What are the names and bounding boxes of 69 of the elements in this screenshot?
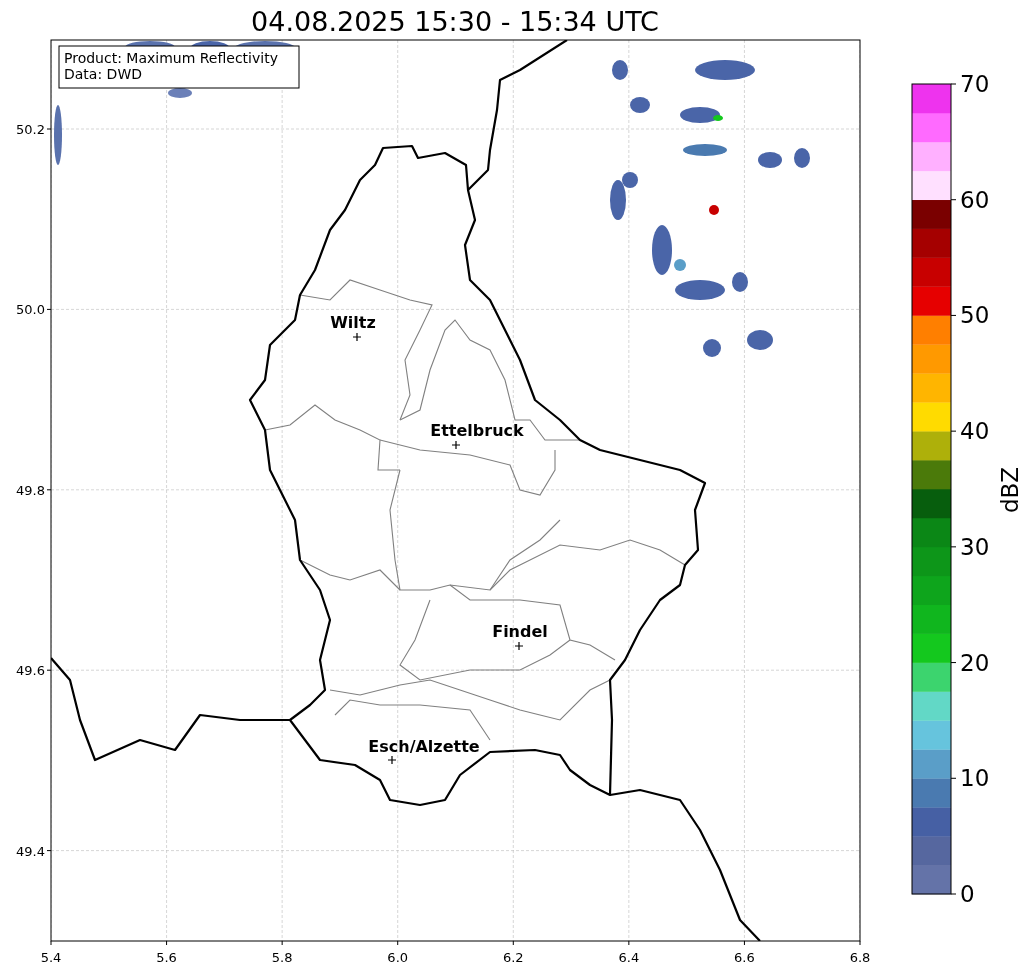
tick-mark (397, 940, 399, 946)
x-tick-label: 6.0 (387, 950, 409, 965)
x-tick-label: 6.8 (849, 950, 871, 965)
colorbar-tick-label: 10 (960, 765, 990, 792)
x-tick-label: 5.6 (156, 950, 177, 965)
legend-text: Data: DWD (64, 66, 142, 82)
radar-echo (652, 225, 672, 275)
x-tick-label: 6.2 (502, 950, 524, 965)
radar-echo (54, 105, 62, 165)
colorbar-tick-label: 20 (960, 649, 990, 676)
y-tick-label: 50.0 (16, 302, 45, 318)
tick-mark (950, 314, 957, 316)
colorbar-tick-label: 30 (960, 533, 990, 560)
tick-mark (950, 893, 957, 895)
radar-echo (758, 152, 782, 168)
tick-mark (950, 199, 957, 201)
radar-echo (168, 88, 192, 98)
city-label: Findel (492, 622, 548, 641)
city-label: Esch/Alzette (368, 737, 480, 756)
x-tick-label: 6.6 (734, 950, 755, 965)
tick-mark (46, 489, 52, 491)
tick-mark (950, 777, 957, 779)
x-tick-label: 5.4 (40, 950, 62, 965)
legend-text: Product: Maximum Reflectivity (64, 50, 278, 66)
tick-mark (50, 940, 52, 946)
radar-echo (709, 205, 719, 215)
x-tick-label: 5.8 (271, 950, 293, 965)
radar-echo (732, 272, 748, 292)
tick-mark (950, 430, 957, 432)
tick-mark (628, 940, 630, 946)
colorbar-tick-label: 70 (960, 71, 990, 97)
radar-echo (747, 330, 773, 350)
y-tick-label: 50.2 (16, 122, 45, 137)
city-label: Wiltz (330, 313, 376, 332)
tick-mark (46, 128, 52, 130)
chart-title: 04.08.2025 15:30 - 15:34 UTC (251, 6, 659, 37)
colorbar-tick-label: 0 (960, 881, 975, 907)
city-marker-icon (387, 755, 397, 765)
tick-mark (950, 662, 957, 664)
tick-mark (512, 940, 514, 946)
colorbar-tick-label: 50 (960, 302, 990, 329)
y-tick-label: 49.4 (16, 843, 45, 859)
tick-mark (281, 940, 283, 946)
tick-mark (166, 940, 168, 946)
tick-mark (46, 308, 52, 310)
y-tick-label: 49.6 (16, 663, 45, 679)
colorbar-label: dBZ (997, 466, 1023, 514)
tick-mark (950, 83, 957, 85)
x-tick-label: 6.4 (618, 950, 640, 965)
city-marker-icon (352, 332, 362, 342)
y-tick-label: 49.8 (16, 482, 45, 498)
radar-echo (675, 280, 725, 300)
radar-echo (683, 144, 727, 156)
colorbar-tick-label: 60 (960, 186, 990, 213)
tick-mark (859, 940, 861, 946)
radar-echo (674, 259, 686, 271)
radar-echo (695, 60, 755, 80)
city-marker-icon (451, 440, 461, 450)
radar-echo (794, 148, 810, 168)
tick-mark (46, 669, 52, 671)
radar-echo (612, 60, 628, 80)
city-label: Ettelbruck (430, 421, 524, 440)
colorbar-tick-label: 40 (960, 418, 990, 445)
tick-mark (743, 940, 745, 946)
radar-echo (703, 339, 721, 357)
radar-echo (630, 97, 650, 113)
city-marker-icon (514, 641, 524, 651)
tick-mark (46, 850, 52, 852)
tick-mark (950, 546, 957, 548)
